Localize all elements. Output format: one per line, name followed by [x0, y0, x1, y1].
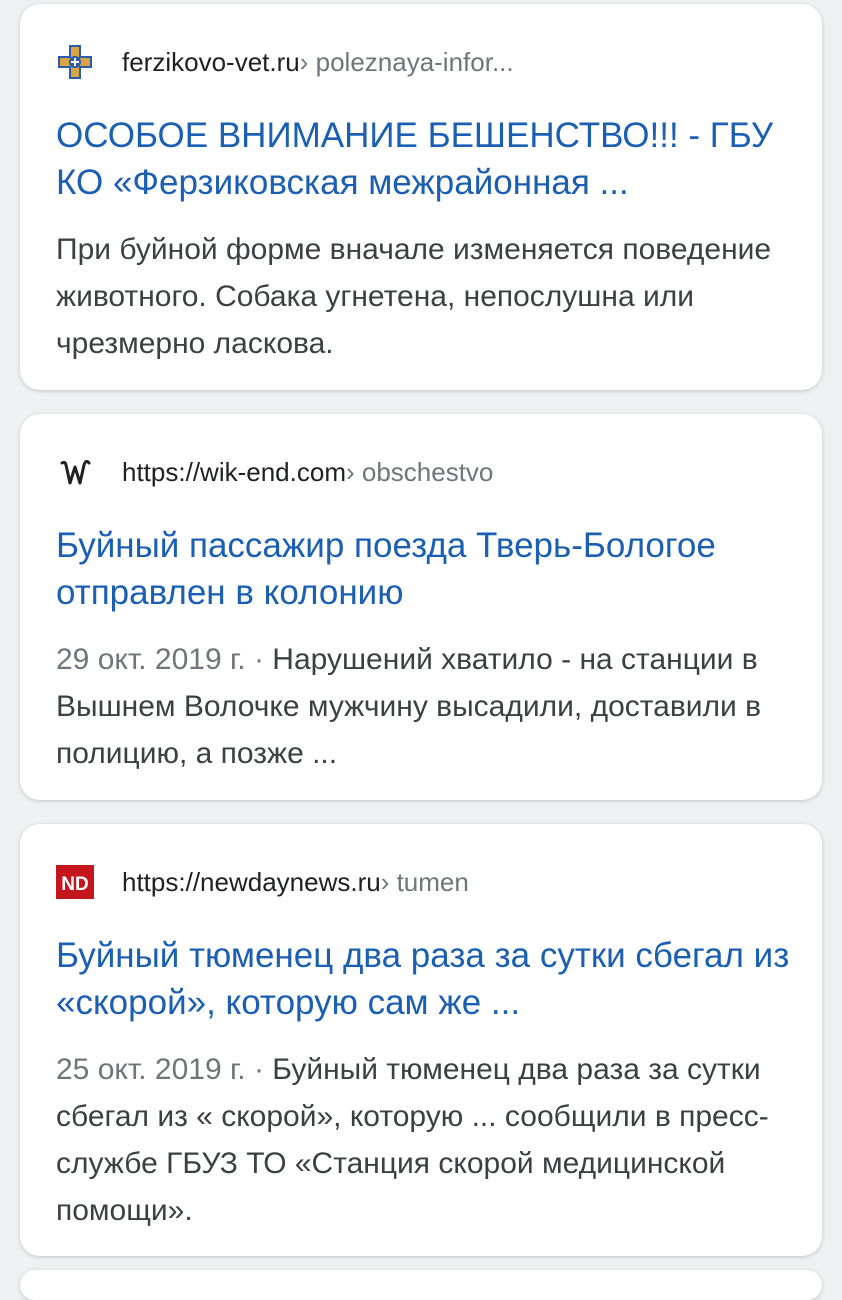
result-title-link[interactable]: Буйный пассажир поезда Тверь-Бологое отп…: [56, 522, 796, 616]
result-title-link[interactable]: ОСОБОЕ ВНИМАНИЕ БЕШЕНСТВО!!! - ГБУ КО «Ф…: [56, 112, 796, 206]
search-result-card[interactable]: https://wik-end.com › obschestvo Буйный …: [20, 414, 822, 800]
search-result-card[interactable]: ferzikovo-vet.ru › poleznaya-infor... ОС…: [20, 4, 822, 390]
result-source[interactable]: ferzikovo-vet.ru › poleznaya-infor...: [56, 42, 514, 82]
site-url: ferzikovo-vet.ru: [122, 46, 300, 77]
result-source[interactable]: ND https://newdaynews.ru › tumen: [56, 862, 469, 902]
wik-end-w-icon: [56, 453, 94, 491]
snippet-text: При буйной форме вначале изменяется пове…: [56, 233, 772, 360]
site-url: https://newdaynews.ru: [122, 866, 381, 897]
site-path: › obschestvo: [345, 456, 494, 487]
site-path: › poleznaya-infor...: [299, 46, 514, 77]
nd-logo-icon: ND: [56, 863, 94, 901]
result-source[interactable]: https://wik-end.com › obschestvo: [56, 452, 493, 492]
site-url: https://wik-end.com: [122, 456, 346, 487]
svg-text:ND: ND: [61, 874, 88, 895]
result-snippet: При буйной форме вначале изменяется пове…: [56, 226, 796, 367]
site-path: › tumen: [380, 866, 469, 897]
result-title-link[interactable]: Буйный тюменец два раза за сутки сбегал …: [56, 932, 796, 1026]
vet-cross-icon: [56, 43, 94, 81]
search-result-card[interactable]: ND https://newdaynews.ru › tumen Буйный …: [20, 824, 822, 1256]
next-result-card-edge: [20, 1270, 822, 1300]
result-date: 25 окт. 2019 г. ·: [56, 1053, 273, 1086]
result-snippet: 25 окт. 2019 г. · Буйный тюменец два раз…: [56, 1046, 796, 1234]
result-date: 29 окт. 2019 г. ·: [56, 643, 273, 676]
result-snippet: 29 окт. 2019 г. · Нарушений хватило - на…: [56, 636, 796, 777]
